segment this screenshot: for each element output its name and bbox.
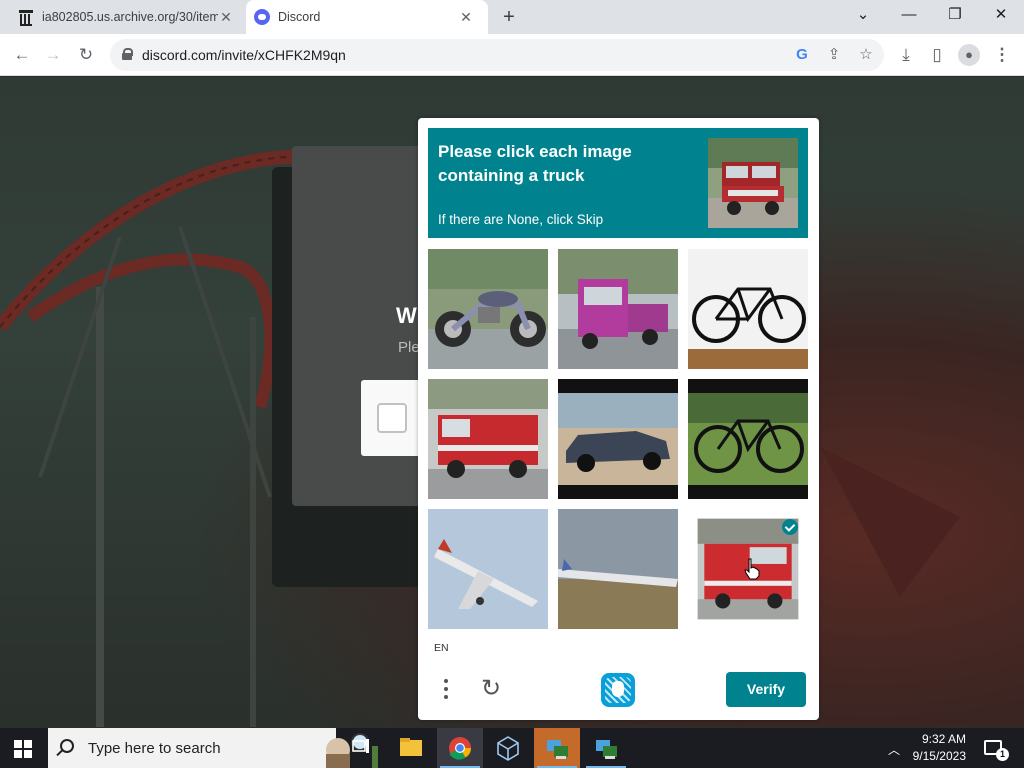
- hcaptcha-logo-icon: [601, 673, 635, 707]
- captcha-challenge: Please click each image containing a tru…: [418, 118, 819, 720]
- language-selector[interactable]: EN: [434, 642, 449, 654]
- file-explorer-icon[interactable]: [388, 728, 434, 768]
- captcha-tile-motorcycle[interactable]: [428, 249, 548, 369]
- captcha-tile-car[interactable]: [558, 379, 678, 499]
- virtualbox-icon[interactable]: [485, 728, 531, 768]
- back-icon[interactable]: ←: [11, 44, 33, 66]
- discord-icon: [254, 9, 270, 25]
- close-tab-icon[interactable]: ✕: [218, 9, 234, 26]
- google-lens-icon[interactable]: G: [792, 45, 812, 65]
- close-window-button[interactable]: ✕: [986, 4, 1016, 26]
- url-text[interactable]: discord.com/invite/xCHFK2M9qn: [142, 47, 346, 63]
- prompt-title: Please click each image containing a tru…: [438, 142, 632, 185]
- restore-button[interactable]: ❐: [940, 4, 970, 26]
- notification-badge: 1: [996, 748, 1009, 761]
- taskbar-search-box[interactable]: Type here to search: [48, 728, 378, 768]
- hand-cursor-icon: [744, 558, 760, 580]
- share-icon[interactable]: ⇪: [824, 45, 844, 65]
- tab-strip: ia802805.us.archive.org/30/items ✕ Disco…: [0, 0, 1024, 34]
- captcha-tile-pink-truck[interactable]: [558, 249, 678, 369]
- clock-date[interactable]: 9/15/2023: [906, 749, 966, 763]
- captcha-tile-fire-truck[interactable]: [428, 379, 548, 499]
- example-image-red-truck: [708, 138, 798, 228]
- clock-time[interactable]: 9:32 AM: [910, 732, 966, 746]
- minimize-button[interactable]: —: [894, 4, 924, 26]
- network-app-icon[interactable]: [583, 728, 629, 768]
- captcha-checkbox[interactable]: [377, 403, 407, 433]
- profile-avatar-icon[interactable]: ●: [958, 44, 980, 66]
- tab-title: ia802805.us.archive.org/30/items: [42, 10, 218, 24]
- tab-discord[interactable]: Discord ✕: [246, 0, 488, 34]
- archive-icon: [18, 9, 34, 26]
- lock-icon[interactable]: [122, 48, 133, 60]
- network-app-icon[interactable]: [534, 728, 580, 768]
- menu-dots-icon[interactable]: [436, 676, 456, 702]
- new-tab-button[interactable]: +: [498, 7, 520, 27]
- invite-subtext: Ple: [398, 339, 420, 356]
- windows-start-icon[interactable]: [14, 740, 32, 758]
- captcha-tile-airplane[interactable]: [428, 509, 548, 629]
- captcha-tile-airplane[interactable]: [558, 509, 678, 629]
- search-placeholder: Type here to search: [88, 740, 221, 757]
- windows-taskbar: Type here to search ︿ 9:32 AM 9/15/2023: [0, 728, 1024, 768]
- forward-icon[interactable]: →: [42, 44, 64, 66]
- side-panel-icon[interactable]: ▯: [926, 44, 948, 66]
- tray-chevron-icon[interactable]: ︿: [888, 741, 900, 758]
- chrome-icon[interactable]: [437, 728, 483, 768]
- captcha-tile-bicycle[interactable]: [688, 379, 808, 499]
- browser-toolbar: ← → ↻ discord.com/invite/xCHFK2M9qn G ⇪ …: [0, 34, 1024, 76]
- selected-check-icon: [782, 519, 798, 535]
- tab-title: Discord: [278, 10, 321, 24]
- challenge-prompt: Please click each image containing a tru…: [428, 128, 808, 238]
- address-bar[interactable]: discord.com/invite/xCHFK2M9qn G ⇪ ☆: [110, 39, 884, 71]
- menu-dots-icon[interactable]: ⋮: [991, 44, 1013, 66]
- prompt-subtitle: If there are None, click Skip: [438, 212, 604, 227]
- bookmark-star-icon[interactable]: ☆: [856, 45, 876, 65]
- download-icon[interactable]: ⤓: [895, 44, 917, 66]
- verify-button[interactable]: Verify: [726, 672, 806, 707]
- search-icon: [60, 739, 74, 753]
- refresh-challenge-icon[interactable]: ↻: [478, 676, 504, 702]
- captcha-tile-bicycle[interactable]: [688, 249, 808, 369]
- reload-icon[interactable]: ↻: [75, 44, 97, 66]
- tab-archive[interactable]: ia802805.us.archive.org/30/items ✕: [10, 0, 246, 34]
- task-view-icon[interactable]: [338, 728, 384, 768]
- tab-search-icon[interactable]: ⌄: [848, 4, 878, 26]
- close-tab-icon[interactable]: ✕: [458, 9, 474, 26]
- invite-heading: W: [396, 303, 417, 328]
